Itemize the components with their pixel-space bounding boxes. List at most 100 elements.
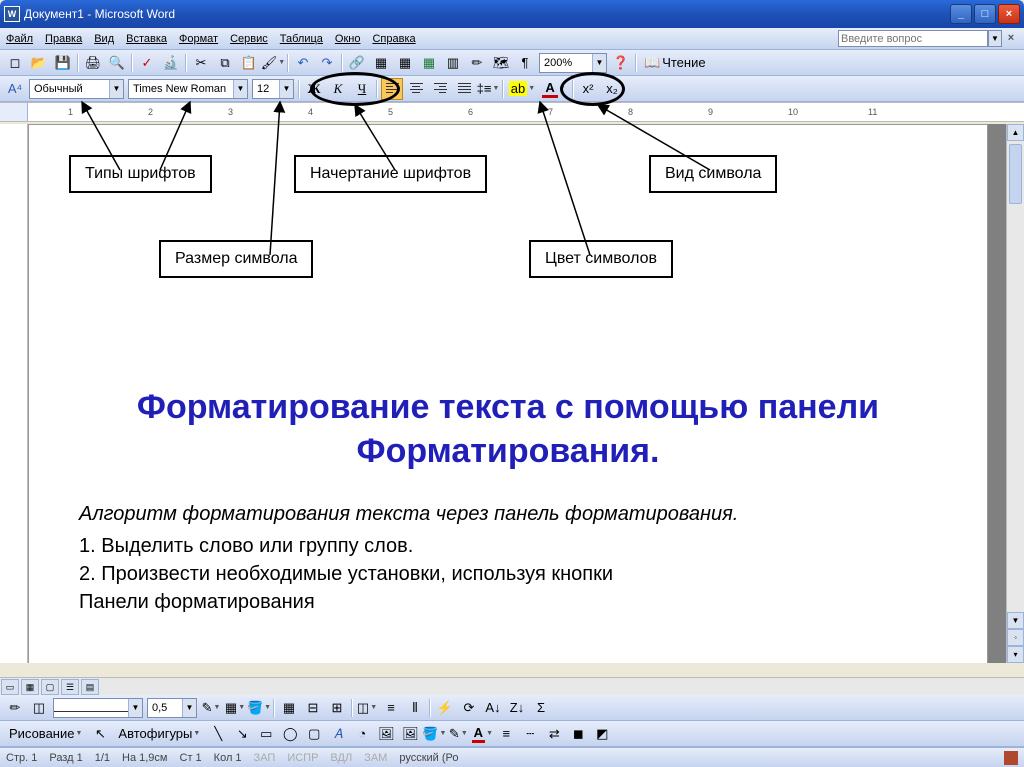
copy-button[interactable]: ⧉ [214,52,236,74]
help-button[interactable]: ❓ [610,52,632,74]
autoshapes-button[interactable]: Автофигуры▼ [113,723,205,745]
align-center-button[interactable] [405,78,427,100]
font-color-button2[interactable]: А▼ [471,723,493,745]
text-direction-button[interactable]: ⟳ [458,697,480,719]
font-combo[interactable]: Times New Roman ▼ [128,79,248,99]
menu-tools[interactable]: Сервис [230,33,268,45]
vertical-scrollbar[interactable]: ▲ ▼ ◦ ▾ [1006,124,1024,663]
print-preview-button[interactable]: 🔍 [106,52,128,74]
page[interactable]: Типы шрифтов Начертание шрифтов Вид симв… [28,124,988,663]
highlight-button[interactable]: ab▼ [507,78,537,100]
scroll-thumb[interactable] [1009,144,1022,204]
paste-button[interactable]: 📋 [238,52,260,74]
menu-help[interactable]: Справка [372,33,415,45]
reading-view-button[interactable]: ▤ [81,679,99,695]
distribute-rows-button[interactable]: ≡ [380,697,402,719]
line-button[interactable]: ╲ [207,723,229,745]
status-ovr[interactable]: ЗАМ [364,752,387,764]
style-combo[interactable]: Обычный ▼ [29,79,124,99]
normal-view-button[interactable]: ▭ [1,679,19,695]
line-style-combo[interactable]: ▼ [53,698,143,718]
help-dropdown-icon[interactable]: ▼ [988,30,1002,47]
maximize-button[interactable]: □ [974,4,996,24]
close-button[interactable]: × [998,4,1020,24]
italic-button[interactable]: К [327,78,349,100]
scroll-down-button[interactable]: ▼ [1007,612,1024,629]
sort-asc-button[interactable]: A↓ [482,697,504,719]
format-painter-button[interactable]: 🖌▼ [262,52,284,74]
border-color-button[interactable]: ✎▼ [200,697,222,719]
drawing-toolbar-button[interactable]: ✏ [466,52,488,74]
horizontal-ruler[interactable]: 1234567891011 [0,102,1024,122]
align-justify-button[interactable] [453,78,475,100]
merge-cells-button[interactable]: ⊟ [302,697,324,719]
font-size-combo[interactable]: 12 ▼ [252,79,294,99]
align-right-button[interactable] [429,78,451,100]
oval-button[interactable]: ◯ [279,723,301,745]
align-left-button[interactable] [381,78,403,100]
line-color-button[interactable]: ✎▼ [447,723,469,745]
draw-table-button[interactable]: ✏ [4,697,26,719]
document-map-button[interactable]: 🗺 [490,52,512,74]
hyperlink-button[interactable]: 🔗 [346,52,368,74]
menu-edit[interactable]: Правка [45,33,82,45]
align-cell-button[interactable]: ◫▼ [356,697,378,719]
status-rec[interactable]: ЗАП [254,752,276,764]
print-layout-button[interactable]: ▢ [41,679,59,695]
subscript-button[interactable]: x₂ [601,78,623,100]
shading-button[interactable]: 🪣▼ [248,697,270,719]
select-objects-button[interactable]: ↖ [89,723,111,745]
styles-pane-button[interactable]: A⁴ [4,78,26,100]
distribute-cols-button[interactable]: ⦀ [404,697,426,719]
arrow-style-button[interactable]: ⇄ [543,723,565,745]
horizontal-scrollbar[interactable] [100,678,1024,695]
autosum-button[interactable]: Σ [530,697,552,719]
show-pilcrow-button[interactable]: ¶ [514,52,536,74]
3d-button[interactable]: ◩ [591,723,613,745]
minimize-button[interactable]: _ [950,4,972,24]
textbox-button[interactable]: ▢ [303,723,325,745]
menu-insert[interactable]: Вставка [126,33,167,45]
status-ext[interactable]: ВДЛ [330,752,352,764]
shadow-button[interactable]: ◼ [567,723,589,745]
superscript-button[interactable]: x² [577,78,599,100]
eraser-button[interactable]: ◫ [28,697,50,719]
menu-view[interactable]: Вид [94,33,114,45]
print-button[interactable]: 🖨 [82,52,104,74]
diagram-button[interactable]: ◔ [351,723,373,745]
menu-format[interactable]: Формат [179,33,218,45]
status-trk[interactable]: ИСПР [287,752,318,764]
font-color-button[interactable]: A▼ [539,78,569,100]
save-button[interactable]: 💾 [52,52,74,74]
borders-button[interactable]: ▦▼ [224,697,246,719]
spellcheck-button[interactable]: ✓ [136,52,158,74]
dash-style-button[interactable]: ┄ [519,723,541,745]
new-document-button[interactable]: ◻ [4,52,26,74]
zoom-combo[interactable]: 200% ▼ [539,53,607,73]
status-lang[interactable]: русский (Ро [399,752,458,764]
vertical-ruler[interactable] [0,124,28,663]
redo-button[interactable]: ↷ [316,52,338,74]
help-search-input[interactable] [838,30,988,47]
research-button[interactable]: 🔬 [160,52,182,74]
menu-table[interactable]: Таблица [280,33,323,45]
wordart-button[interactable]: 𝐴 [327,723,349,745]
cut-button[interactable]: ✂ [190,52,212,74]
columns-button[interactable]: ▥ [442,52,464,74]
close-document-button[interactable]: × [1004,32,1018,46]
drawing-menu-button[interactable]: Рисование▼ [4,723,87,745]
menu-file[interactable]: Файл [6,33,33,45]
insert-table-button[interactable]: ▦ [394,52,416,74]
scroll-up-button[interactable]: ▲ [1007,124,1024,141]
tables-borders-button[interactable]: ▦ [370,52,392,74]
next-page-button[interactable]: ▾ [1007,646,1024,663]
sort-desc-button[interactable]: Z↓ [506,697,528,719]
rectangle-button[interactable]: ▭ [255,723,277,745]
picture-button[interactable]: 🖼 [399,723,421,745]
autoformat-button[interactable]: ⚡ [434,697,456,719]
web-view-button[interactable]: ▦ [21,679,39,695]
clipart-button[interactable]: 🖼 [375,723,397,745]
menu-window[interactable]: Окно [335,33,361,45]
split-cells-button[interactable]: ⊞ [326,697,348,719]
reading-layout-button[interactable]: 📖Чтение [640,52,710,74]
